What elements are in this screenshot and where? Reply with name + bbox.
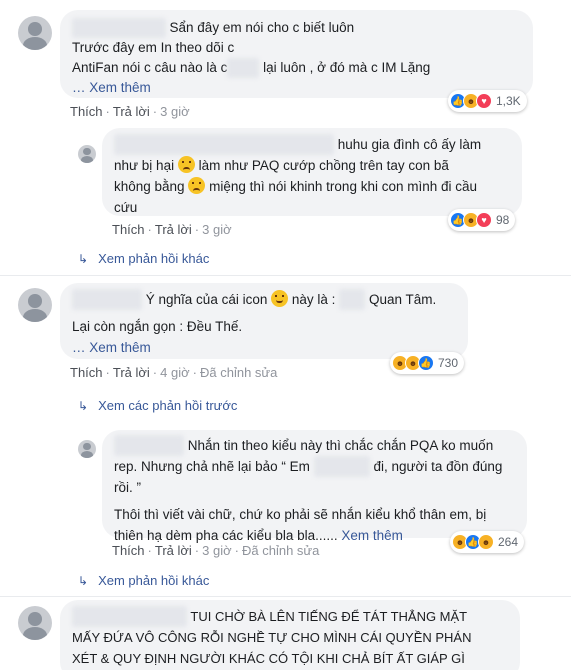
comment-text: Ý nghĩa của cái icon <box>145 292 268 307</box>
see-more-link[interactable]: Xem thêm <box>341 528 403 543</box>
reply-text: Thôi thì viết vài chữ, chứ ko phải sẽ nh… <box>114 507 487 522</box>
reply-bubble: Lê Hoa Nhắn tin theo kiểu này thì chắc c… <box>102 430 527 543</box>
reply-arrow-icon: ↳ <box>78 398 89 413</box>
reply-text: rep. Nhưng chả nhẽ lại bảo “ Em <box>114 459 310 474</box>
avatar[interactable] <box>78 145 96 163</box>
reply-text: không bằng <box>114 179 185 194</box>
like-link[interactable]: Thích <box>112 222 145 237</box>
like-link[interactable]: Thích <box>112 543 145 558</box>
reaction-count: 1,3K <box>496 94 521 108</box>
reply-text: đi, người ta đồn đúng <box>373 459 503 474</box>
comment-text: Quan Tâm. <box>368 292 437 307</box>
avatar[interactable] <box>18 288 52 322</box>
reply-link[interactable]: Trả lời <box>155 222 192 237</box>
reply-link[interactable]: Trả lời <box>113 365 150 380</box>
more-replies-link[interactable]: ↳ Xem phản hồi khác <box>78 251 209 266</box>
love-reaction-icon: ♥ <box>476 212 492 228</box>
reaction-count: 264 <box>498 535 519 549</box>
avatar[interactable] <box>18 606 52 640</box>
comment-text: Sẩn đây em nói cho c biết luôn <box>169 20 355 35</box>
edited-label[interactable]: Đã chỉnh sửa <box>200 365 277 380</box>
reply-author[interactable]: Lê Hoa <box>114 435 184 456</box>
reaction-count: 730 <box>438 356 459 370</box>
avatar[interactable] <box>18 16 52 50</box>
comment-author[interactable]: Trần Thanh Hà <box>72 18 166 38</box>
reaction-count: 98 <box>496 213 510 227</box>
comment-bubble: Phạm Ý nghĩa của cái icon này là : xx Qu… <box>60 283 468 359</box>
more-replies-label: Xem phản hồi khác <box>98 573 210 588</box>
comment-author[interactable]: Phạm <box>72 289 142 310</box>
like-reaction-icon: 👍 <box>418 355 434 371</box>
reply-link[interactable]: Trả lời <box>113 104 150 119</box>
timestamp[interactable]: 3 giờ <box>202 543 232 558</box>
timestamp[interactable]: 4 giờ <box>160 365 190 380</box>
comment-actions: Thích · Trả lời · 4 giờ · Đã chỉnh sửa <box>70 365 278 380</box>
reply-author[interactable]: Nguyễn Thị <box>114 134 334 155</box>
reaction-summary[interactable]: ☻ ☻ 👍 730 <box>390 352 465 374</box>
divider <box>0 275 571 276</box>
reply-arrow-icon: ↳ <box>78 573 89 588</box>
reply-text: rồi. ” <box>114 480 141 495</box>
comment-bubble: Trần Thanh Hà Sẩn đây em nói cho c biết … <box>60 10 533 98</box>
reply-bubble: Nguyễn Thị huhu gia đình cô ấy làm như b… <box>102 128 522 216</box>
comment-text: Lại còn ngắn gọn : Đều Thế. <box>72 319 243 334</box>
comment-text: lại luôn , ở đó mà c IM Lặng <box>263 60 431 75</box>
reply-text: làm như PAQ cướp chồng trên tay con bã <box>198 158 449 173</box>
comment-text: MẤY ĐỨA VÔ CÔNG RỖI NGHỀ TỰ CHO MÌNH CÁI… <box>72 630 472 645</box>
divider <box>0 596 571 597</box>
avatar[interactable] <box>78 440 96 458</box>
more-replies-link[interactable]: ↳ Xem phản hồi khác <box>78 573 209 588</box>
previous-replies-link[interactable]: ↳ Xem các phản hồi trước <box>78 398 237 413</box>
reaction-summary[interactable]: 👍 ☻ ♥ 98 <box>448 209 516 231</box>
more-replies-label: Xem phản hồi khác <box>98 251 210 266</box>
like-link[interactable]: Thích <box>70 365 103 380</box>
timestamp[interactable]: 3 giờ <box>202 222 232 237</box>
reply-text: Nhắn tin theo kiểu này thì chắc chắn PQA… <box>187 438 494 453</box>
sad-emoji-icon <box>188 177 206 194</box>
reply-text: miệng thì nói khinh trong khi con mình đ… <box>209 179 478 194</box>
reply-text: huhu gia đình cô ấy làm <box>337 137 482 152</box>
comment-text: này là : <box>291 292 336 307</box>
reply-actions: Thích · Trả lời · 3 giờ <box>112 222 232 237</box>
reply-arrow-icon: ↳ <box>78 251 89 266</box>
comment-text: Trước đây em In theo dõi c <box>72 40 235 55</box>
comment-bubble: Trần Thị TUI CHỜ BÀ LÊN TIẾNG ĐỂ TÁT THẲ… <box>60 600 520 670</box>
timestamp[interactable]: 3 giờ <box>160 104 190 119</box>
previous-replies-label: Xem các phản hồi trước <box>98 398 238 413</box>
comment-text: AntiFan nói c câu nào là c <box>72 60 228 75</box>
reply-actions: Thích · Trả lời · 3 giờ · Đã chỉnh sửa <box>112 543 320 558</box>
love-reaction-icon: ♥ <box>476 93 492 109</box>
comment-author[interactable]: Trần Thị <box>72 606 187 627</box>
reaction-summary[interactable]: ☻ 👍 ☻ 264 <box>450 531 525 553</box>
comment-actions: Thích · Trả lời · 3 giờ <box>70 104 190 119</box>
comment-text: TUI CHỜ BÀ LÊN TIẾNG ĐỂ TÁT THẲNG MẶT <box>190 609 468 624</box>
reaction-summary[interactable]: 👍 ☻ ♥ 1,3K <box>448 90 527 112</box>
haha-reaction-icon: ☻ <box>478 534 494 550</box>
reply-link[interactable]: Trả lời <box>155 543 192 558</box>
smile-emoji-icon <box>271 290 289 307</box>
reply-text: thiên hạ dèm pha các kiểu bla bla...... <box>114 528 338 543</box>
like-link[interactable]: Thích <box>70 104 103 119</box>
sad-emoji-icon <box>177 156 195 173</box>
edited-label[interactable]: Đã chỉnh sửa <box>242 543 319 558</box>
comment-text: XÉT & QUY ĐỊNH NGƯỜI KHÁC CÓ TỘI KHI CHẢ… <box>72 651 465 666</box>
reply-text: như bị hại <box>114 158 175 173</box>
